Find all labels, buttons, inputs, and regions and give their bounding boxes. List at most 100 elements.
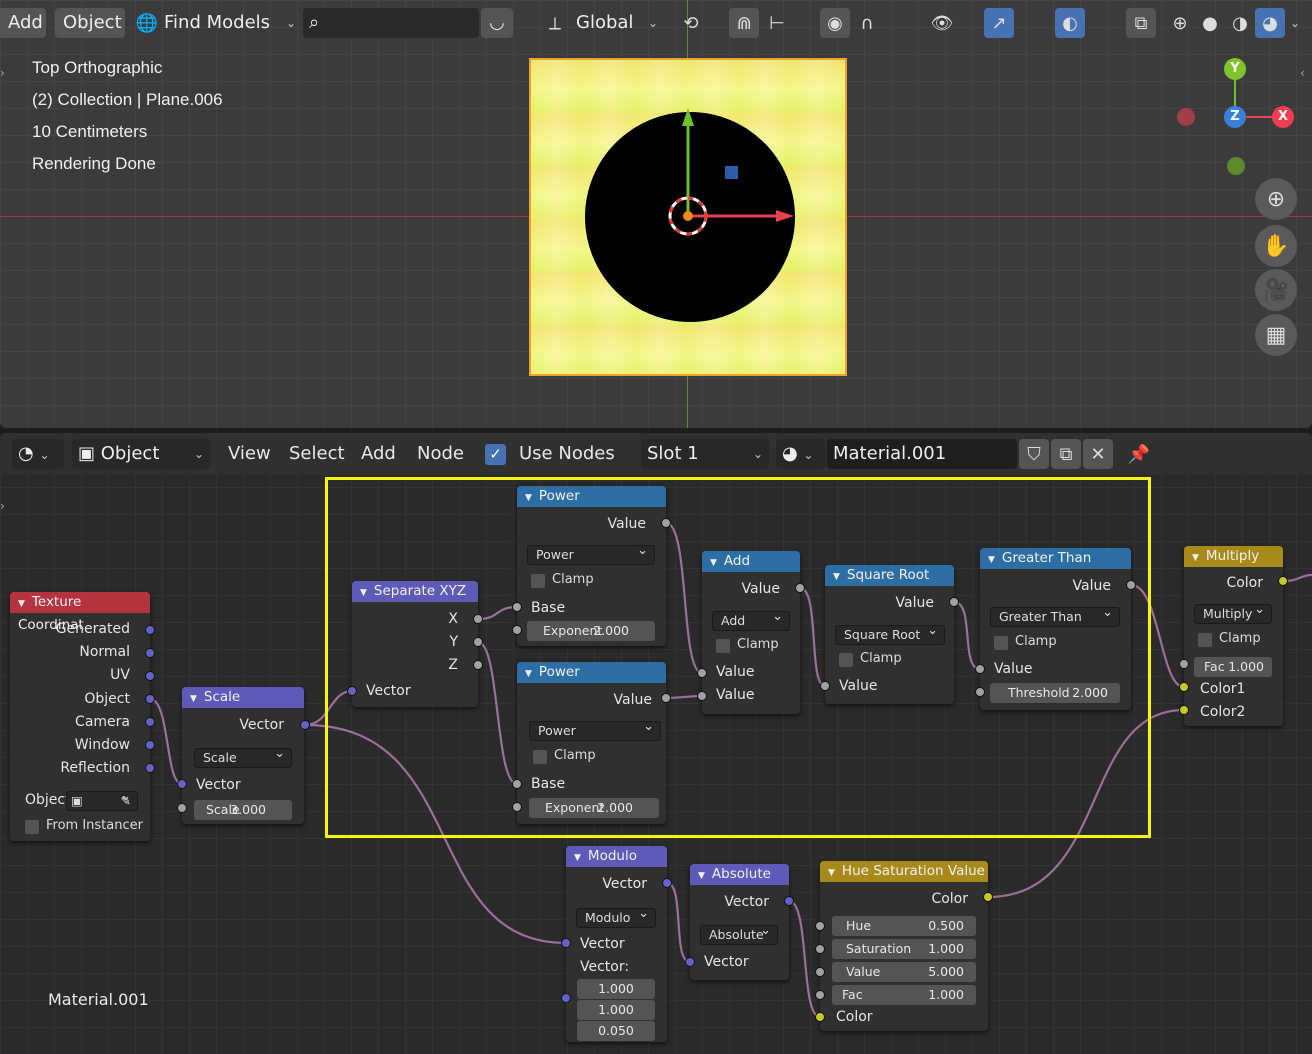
socket-scale-factor[interactable] xyxy=(177,803,187,813)
neg-y-axis-ball[interactable] xyxy=(1227,157,1245,175)
node-greater-than[interactable]: ▼Greater Than Value Greater Than Clamp V… xyxy=(980,548,1131,710)
socket-scale-in[interactable] xyxy=(177,779,187,789)
orientation-dropdown[interactable]: Global ⌄ xyxy=(570,8,662,38)
editor-type-icon[interactable]: ◔ ⌄ xyxy=(12,439,64,469)
rendered-shading-icon[interactable]: ◕ xyxy=(1255,8,1285,38)
snap-increment-icon[interactable]: ⊢ xyxy=(762,8,792,38)
node-add[interactable]: ▼Add Value Add Clamp Value Value xyxy=(702,551,800,714)
pivot-icon[interactable]: ⟲ xyxy=(676,8,706,38)
pin-icon[interactable]: 📌 xyxy=(1124,439,1154,469)
socket-object[interactable] xyxy=(145,694,155,704)
socket-sqrt-out[interactable] xyxy=(949,597,959,607)
toolbar-expand-icon[interactable]: › xyxy=(0,66,12,88)
proportional-edit-icon[interactable]: ◉ xyxy=(820,8,850,38)
find-models-menu[interactable]: Find Models ⌄ xyxy=(158,8,300,38)
operation-dropdown[interactable]: Absolute xyxy=(700,922,778,945)
saturation-field[interactable]: Saturation 1.000 xyxy=(832,939,976,959)
socket-sepxyz-in[interactable] xyxy=(347,686,357,696)
socket-gt-in[interactable] xyxy=(975,664,985,674)
overlay-toggle-icon[interactable]: ◐ xyxy=(1055,8,1085,38)
socket-modulo-out[interactable] xyxy=(662,878,672,888)
socket-multiply-out[interactable] xyxy=(1278,576,1288,586)
node-multiply[interactable]: ▼Multiply Color Multiply Clamp Fac1.000 … xyxy=(1184,546,1283,726)
smile-icon[interactable]: ◡ xyxy=(481,8,513,38)
operation-dropdown[interactable]: Power xyxy=(529,718,661,741)
solid-shading-icon[interactable]: ● xyxy=(1195,8,1225,38)
duplicate-material-icon[interactable]: ⧉ xyxy=(1051,439,1081,469)
socket-hsv-value[interactable] xyxy=(815,967,825,977)
add-menu[interactable]: Add xyxy=(0,8,46,38)
grid-view-icon[interactable]: ▦ xyxy=(1255,314,1297,356)
sidebar-expand-icon[interactable]: ‹ xyxy=(1300,66,1312,88)
select-menu[interactable]: Select xyxy=(289,443,345,464)
x-axis-ball[interactable]: X xyxy=(1272,106,1294,128)
socket-add-in1[interactable] xyxy=(697,668,707,678)
socket-hsv-out[interactable] xyxy=(983,892,993,902)
socket-window[interactable] xyxy=(145,740,155,750)
operation-dropdown[interactable]: Greater Than xyxy=(990,604,1120,627)
fac-field[interactable]: Fac 1.000 xyxy=(832,985,976,1005)
socket-hsv-hue[interactable] xyxy=(815,921,825,931)
unlink-material-icon[interactable]: ✕ xyxy=(1083,439,1113,469)
node-texture-coordinate[interactable]: ▼ Texture Coordinat Generated Normal UV O… xyxy=(10,592,150,841)
pan-hand-icon[interactable]: ✋ xyxy=(1255,225,1297,267)
node-square-root[interactable]: ▼Square Root Value Square Root Clamp Val… xyxy=(825,565,954,704)
socket-hsv-color[interactable] xyxy=(815,1012,825,1022)
socket-power1-out[interactable] xyxy=(661,518,671,528)
vector-x-field[interactable]: 1.000 xyxy=(577,979,655,999)
falloff-icon[interactable]: ∩ xyxy=(852,8,882,38)
socket-power1-base[interactable] xyxy=(512,602,522,612)
visibility-icon[interactable]: 👁 xyxy=(927,8,957,38)
socket-normal[interactable] xyxy=(145,648,155,658)
socket-power2-out[interactable] xyxy=(661,693,671,703)
material-name-field[interactable]: Material.001 xyxy=(827,439,1017,469)
node-power-1[interactable]: ▼Power Value Power Clamp Base Exponent2.… xyxy=(517,486,666,646)
camera-icon[interactable]: 🎥 xyxy=(1255,269,1297,311)
3d-viewport[interactable]: Add Object 🌐 Find Models ⌄ ⌕ ◡ ⟂ Global ⌄ … xyxy=(0,0,1312,428)
socket-power2-base[interactable] xyxy=(512,779,522,789)
socket-x[interactable] xyxy=(473,614,483,624)
socket-gt-threshold[interactable] xyxy=(975,687,985,697)
xray-icon[interactable]: ⧉ xyxy=(1126,8,1156,38)
scale-field[interactable]: Scale 3.000 xyxy=(194,800,292,820)
socket-power2-exp[interactable] xyxy=(512,802,522,812)
socket-add-out[interactable] xyxy=(795,583,805,593)
clamp-checkbox[interactable] xyxy=(994,636,1008,650)
vector-z-field[interactable]: 0.050 xyxy=(577,1021,655,1041)
socket-multiply-fac[interactable] xyxy=(1179,659,1189,669)
gizmo-toggle-icon[interactable]: ↗ xyxy=(984,8,1014,38)
socket-camera[interactable] xyxy=(145,717,155,727)
socket-power1-exp[interactable] xyxy=(512,625,522,635)
operation-dropdown[interactable]: Power xyxy=(527,542,655,565)
material-shading-icon[interactable]: ◑ xyxy=(1225,8,1255,38)
operation-dropdown[interactable]: Modulo xyxy=(576,905,656,928)
object-menu[interactable]: Object xyxy=(55,8,125,38)
socket-uv[interactable] xyxy=(145,671,155,681)
socket-y[interactable] xyxy=(473,637,483,647)
fake-user-icon[interactable]: ⛉ xyxy=(1019,439,1049,469)
y-axis-ball[interactable]: Y xyxy=(1224,58,1246,80)
threshold-field[interactable]: Threshold 2.000 xyxy=(990,683,1120,703)
socket-multiply-color1[interactable] xyxy=(1179,682,1189,692)
clamp-checkbox[interactable] xyxy=(531,574,545,588)
operation-dropdown[interactable]: Add xyxy=(712,608,790,631)
exponent-field[interactable]: Exponent 2.000 xyxy=(529,798,659,818)
node-absolute[interactable]: ▼Absolute Vector Absolute Vector xyxy=(690,864,789,980)
hue-field[interactable]: Hue 0.500 xyxy=(832,916,976,936)
clamp-checkbox[interactable] xyxy=(839,653,853,667)
socket-hsv-sat[interactable] xyxy=(815,944,825,954)
slot-dropdown[interactable]: Slot 1 ⌄ xyxy=(641,439,769,469)
socket-generated[interactable] xyxy=(145,625,155,635)
socket-add-in2[interactable] xyxy=(697,691,707,701)
material-browse-icon[interactable]: ◕ ⌄ xyxy=(776,439,826,469)
node-power-2[interactable]: ▼Power Value Power Clamp Base Exponent2.… xyxy=(517,662,666,824)
zoom-icon[interactable]: ⊕ xyxy=(1255,178,1297,220)
from-instancer-checkbox[interactable] xyxy=(25,820,39,834)
blend-mode-dropdown[interactable]: Multiply xyxy=(1194,601,1272,624)
snap-icon[interactable]: ⋒ xyxy=(729,8,759,38)
value-field[interactable]: Value 5.000 xyxy=(832,962,976,982)
fac-field[interactable]: Fac 1.000 xyxy=(1194,657,1272,677)
view-menu[interactable]: View xyxy=(228,443,271,464)
shading-options-icon[interactable]: ⌄ xyxy=(1285,8,1305,38)
socket-absolute-in[interactable] xyxy=(685,957,695,967)
